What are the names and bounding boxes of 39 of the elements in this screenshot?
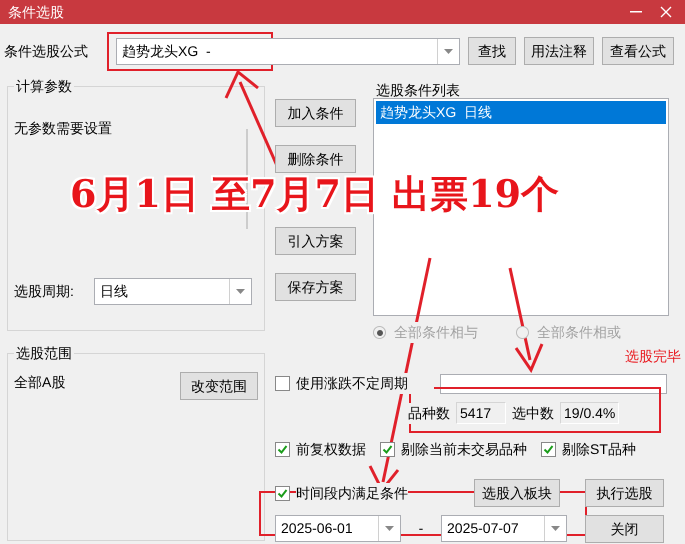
condition-button[interactable]: 加入条件: [275, 99, 356, 127]
list-title: 选股条件列表: [376, 82, 461, 98]
scheme-button[interactable]: 引入方案: [275, 227, 356, 255]
period-label: 选股周期:: [14, 282, 75, 301]
annotation-text: 6月1日 至7月7日 出票19个: [70, 172, 560, 216]
checkmark-icon: [277, 444, 288, 455]
dropdown-arrow-icon: [236, 289, 245, 294]
stat-label: 品种数: [408, 402, 450, 424]
radio-label: 全部条件相与: [394, 322, 478, 343]
period-dropdown[interactable]: 日线: [94, 278, 252, 305]
checkbox[interactable]: [275, 376, 290, 391]
period-input-field[interactable]: [440, 374, 667, 394]
toolbar-button[interactable]: 用法注释: [524, 37, 594, 65]
formula-label: 条件选股公式: [4, 42, 89, 60]
group-title: 选股范围: [14, 344, 74, 362]
run-selection-button[interactable]: 执行选股: [585, 479, 664, 507]
checkmark-icon: [543, 444, 554, 455]
status-text: 选股完毕: [625, 348, 681, 364]
range-value: 全部A股: [14, 373, 66, 392]
checkbox-label: 使用涨跌不定周期: [296, 373, 434, 394]
scheme-button[interactable]: 保存方案: [275, 273, 356, 301]
toolbar-button[interactable]: 查看公式: [602, 37, 674, 65]
checkbox[interactable]: [541, 442, 556, 457]
parameter-message: 无参数需要设置: [14, 120, 112, 136]
change-range-button[interactable]: 改变范围: [180, 372, 258, 400]
dropdown-arrow-icon: [444, 48, 453, 54]
stat-value: 5417: [456, 402, 506, 424]
scrollbar[interactable]: [246, 129, 248, 229]
checkbox[interactable]: [275, 442, 290, 457]
checkbox[interactable]: [380, 442, 395, 457]
list-item[interactable]: 趋势龙头XG 日线: [376, 101, 666, 124]
toolbar-button[interactable]: 查找: [468, 37, 516, 65]
condition-button[interactable]: 删除条件: [275, 145, 356, 173]
group-title: 计算参数: [14, 77, 74, 95]
formula-dropdown[interactable]: 趋势龙头XG -: [116, 38, 460, 64]
stat-value: 19/0.4%: [560, 402, 620, 424]
close-button[interactable]: 关闭: [585, 515, 664, 543]
window-title: 条件选股: [8, 2, 64, 22]
checkmark-icon: [382, 444, 393, 455]
